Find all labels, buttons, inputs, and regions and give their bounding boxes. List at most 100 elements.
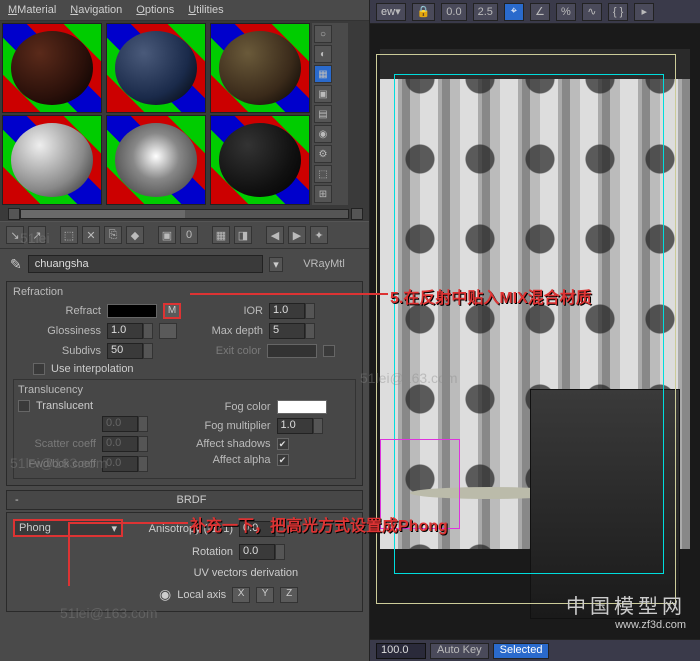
subdivs-input[interactable]: 50 [107, 343, 143, 359]
translucent-check[interactable] [18, 400, 30, 412]
selected-button[interactable]: Selected [493, 643, 550, 659]
exitcolor-label: Exit color [201, 345, 261, 357]
fogmult-spinner[interactable] [313, 418, 323, 434]
scroll-right-icon[interactable] [351, 208, 363, 220]
maxdepth-spinner[interactable] [305, 323, 315, 339]
viewport[interactable] [370, 24, 700, 639]
select-by-mat-icon[interactable]: ⬚ [314, 165, 332, 183]
swatch-vscroll[interactable] [334, 23, 348, 205]
swatch-5[interactable] [106, 115, 206, 205]
pick-material-icon[interactable]: ✎ [10, 256, 22, 273]
radio-icon[interactable]: ◉ [159, 586, 171, 603]
refract-color[interactable] [107, 304, 157, 318]
glossiness-input[interactable]: 1.0 [107, 323, 143, 339]
go-parent-icon[interactable]: ◀ [266, 226, 284, 244]
fogcolor-swatch[interactable] [277, 400, 327, 414]
glossiness-label: Glossiness [13, 325, 101, 337]
exitcolor-swatch [267, 344, 317, 358]
annotation-5: 5.在反射中贴入MIX混合材质 [390, 284, 592, 308]
autokey-button[interactable]: Auto Key [430, 643, 489, 659]
refract-label: Refract [13, 305, 101, 317]
snap-toggle-icon[interactable]: ⌖ [504, 3, 524, 21]
ior-label: IOR [223, 305, 263, 317]
useinterp-label: Use interpolation [51, 363, 134, 375]
background-icon[interactable]: ▦ [314, 65, 332, 83]
refract-map-button[interactable]: M [163, 303, 181, 319]
material-id-icon[interactable]: 0 [180, 226, 198, 244]
menu-utilities[interactable]: Utilities [188, 4, 223, 16]
axis-z-button[interactable]: Z [280, 587, 298, 603]
menu-navigation[interactable]: Navigation [70, 4, 122, 16]
put-to-scene-icon[interactable]: ↗ [28, 226, 46, 244]
rotation-input[interactable]: 0.0 [239, 544, 275, 560]
angle-snap-icon[interactable]: ∠ [530, 3, 550, 21]
sample-type-icon[interactable]: ○ [314, 25, 332, 43]
snap-val[interactable]: 2.5 [473, 3, 498, 21]
useinterp-check[interactable] [33, 363, 45, 375]
maxdepth-input[interactable]: 5 [269, 323, 305, 339]
material-type-button[interactable]: VRayMtl [289, 258, 359, 270]
exitcolor-check[interactable] [323, 345, 335, 357]
annotation-supp-line [70, 522, 188, 524]
sample-uv-icon[interactable]: ▣ [314, 85, 332, 103]
viewport-panel: ew ▾ 🔒 0.0 2.5 ⌖ ∠ % ∿ { } ▸ 100.0 Auto … [370, 0, 700, 661]
status-bar: 100.0 Auto Key Selected [370, 639, 700, 661]
fogmult-label: Fog multiplier [191, 420, 271, 432]
view-dropdown[interactable]: ew ▾ [376, 3, 406, 21]
fogmult-input[interactable]: 1.0 [277, 418, 313, 434]
swatch-1[interactable] [2, 23, 102, 113]
subdivs-spinner[interactable] [143, 343, 153, 359]
reset-icon[interactable]: ✕ [82, 226, 100, 244]
brackets-icon[interactable]: { } [608, 3, 628, 21]
ior-input[interactable]: 1.0 [269, 303, 305, 319]
glossiness-spinner[interactable] [143, 323, 153, 339]
preview-icon[interactable]: ◉ [314, 125, 332, 143]
backlight-icon[interactable]: ◐ [314, 45, 332, 63]
fwdbck-input: 0.0 [102, 456, 138, 472]
get-material-icon[interactable]: ↘ [6, 226, 24, 244]
scatter-label: Scatter coeff [18, 438, 96, 450]
percent-snap-icon[interactable]: % [556, 3, 576, 21]
affectalpha-check[interactable] [277, 454, 289, 466]
annotation-supplement: 补充一下，把高光方式设置成Phong [190, 512, 700, 536]
options-icon[interactable]: ⚙ [314, 145, 332, 163]
affectshadows-check[interactable] [277, 438, 289, 450]
frame-input[interactable]: 100.0 [376, 643, 426, 659]
go-forward-icon[interactable]: ▶ [288, 226, 306, 244]
axis-x-button[interactable]: X [232, 587, 250, 603]
axis-y-button[interactable]: Y [256, 587, 274, 603]
glossiness-map-button[interactable] [159, 323, 177, 339]
lock-icon[interactable]: 🔒 [412, 3, 436, 21]
rotation-spinner[interactable] [275, 544, 285, 560]
swatch-6[interactable] [210, 115, 310, 205]
ior-spinner[interactable] [305, 303, 315, 319]
spinner-val[interactable]: 0.0 [441, 3, 466, 21]
scroll-left-icon[interactable] [8, 208, 20, 220]
put-library-icon[interactable]: ▣ [158, 226, 176, 244]
grid-icon[interactable]: ⊞ [314, 185, 332, 203]
material-name-field[interactable]: chuangsha [28, 255, 263, 273]
arrow-right-icon[interactable]: ▸ [634, 3, 654, 21]
menu-options[interactable]: Options [136, 4, 174, 16]
make-unique-icon[interactable]: ◆ [126, 226, 144, 244]
show-map-icon[interactable]: ▦ [212, 226, 230, 244]
swatch-3[interactable] [210, 23, 310, 113]
curve-icon[interactable]: ∿ [582, 3, 602, 21]
collapse-icon[interactable]: - [15, 494, 29, 506]
maxdepth-label: Max depth [203, 325, 263, 337]
swatch-hscroll[interactable] [0, 207, 369, 221]
show-end-icon[interactable]: ◨ [234, 226, 252, 244]
watermark-logo: 中国模型网 www.zf3d.com [566, 590, 686, 631]
swatch-2[interactable] [106, 23, 206, 113]
localaxis-label: Local axis [177, 589, 226, 601]
pick-icon[interactable]: ✦ [310, 226, 328, 244]
assign-icon[interactable]: ⬚ [60, 226, 78, 244]
menu-material[interactable]: MMaterial [8, 4, 56, 16]
copy-icon[interactable]: ⎘ [104, 226, 122, 244]
swatch-4[interactable] [2, 115, 102, 205]
fwdbck-label: Fwd/bck coeff [18, 458, 96, 470]
video-check-icon[interactable]: ▤ [314, 105, 332, 123]
name-dropdown-icon[interactable]: ▾ [269, 257, 283, 272]
brdf-rollout-header[interactable]: - BRDF [6, 490, 363, 510]
rotation-label: Rotation [133, 546, 233, 558]
